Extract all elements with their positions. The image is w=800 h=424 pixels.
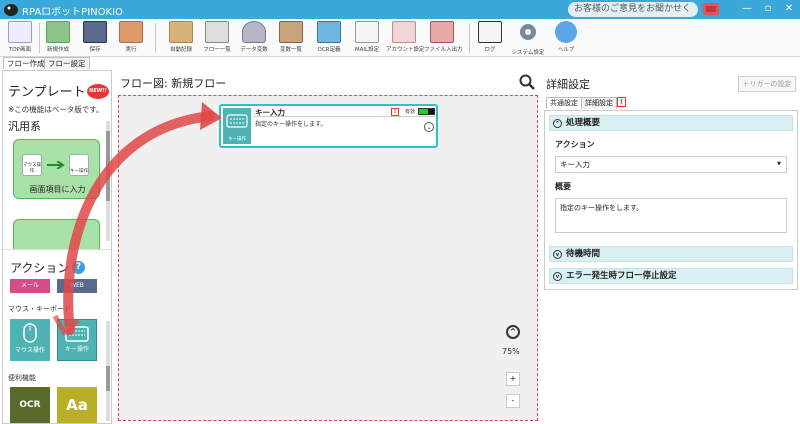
action-select[interactable]: キー入力 ▼ <box>555 156 787 173</box>
summary-field[interactable]: 指定のキー操作をします。 <box>555 198 787 233</box>
chevron-down-icon: v <box>553 250 562 259</box>
chevron-down-icon: v <box>553 272 562 281</box>
action-label: アクション <box>555 140 595 149</box>
warning-icon: ! <box>617 97 626 107</box>
details-title: 詳細設定 <box>546 78 590 91</box>
chevron-down-icon: ▼ <box>777 161 781 167</box>
trigger-settings-button[interactable]: トリガーの設定 <box>738 76 796 92</box>
section-wait-time[interactable]: v 待機時間 <box>549 246 793 262</box>
chevron-up-icon: ^ <box>553 119 562 128</box>
section-error-stop[interactable]: v エラー発生時フロー停止設定 <box>549 268 793 284</box>
zoom-in-button[interactable]: + <box>506 372 520 386</box>
zoom-level: 75% <box>502 347 520 356</box>
tab-common-settings[interactable]: 共通設定 <box>546 97 582 109</box>
section-process-summary[interactable]: ^ 処理概要 <box>549 115 793 131</box>
tab-detail-settings[interactable]: 詳細設定 <box>581 97 617 109</box>
zoom-out-button[interactable]: - <box>506 394 520 408</box>
summary-label: 概要 <box>555 182 571 191</box>
chevron-up-icon[interactable]: ^ <box>506 325 520 339</box>
